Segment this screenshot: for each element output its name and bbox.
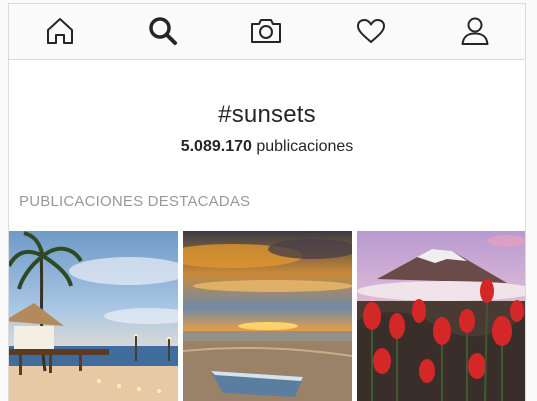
post-thumbnail-1[interactable] (9, 231, 178, 401)
post-thumbnail-2[interactable] (183, 231, 352, 401)
search-button[interactable] (145, 13, 181, 49)
hashtag-title: #sunsets (218, 101, 316, 128)
heart-icon (357, 19, 385, 43)
app-frame: #sunsets 5.089.170 publicaciones PUBLICA… (8, 3, 526, 401)
top-navbar (9, 4, 525, 60)
post-thumbnail-3[interactable] (357, 231, 525, 401)
profile-icon (461, 17, 489, 45)
post-count: 5.089.170 publicaciones (9, 138, 525, 156)
post-image-boat (183, 231, 352, 401)
post-image-beach (9, 231, 178, 401)
hashtag-header: #sunsets 5.089.170 publicaciones (9, 61, 525, 181)
section-title: PUBLICACIONES DESTACADAS (19, 193, 251, 210)
camera-button[interactable] (248, 13, 284, 49)
camera-icon (251, 19, 281, 43)
post-count-label: publicaciones (256, 138, 354, 155)
post-count-value: 5.089.170 (180, 138, 252, 155)
home-icon (47, 18, 73, 44)
posts-grid (9, 231, 525, 401)
profile-button[interactable] (457, 13, 493, 49)
activity-button[interactable] (353, 13, 389, 49)
post-image-flowers (357, 231, 525, 401)
home-button[interactable] (42, 13, 78, 49)
search-icon (149, 17, 177, 45)
